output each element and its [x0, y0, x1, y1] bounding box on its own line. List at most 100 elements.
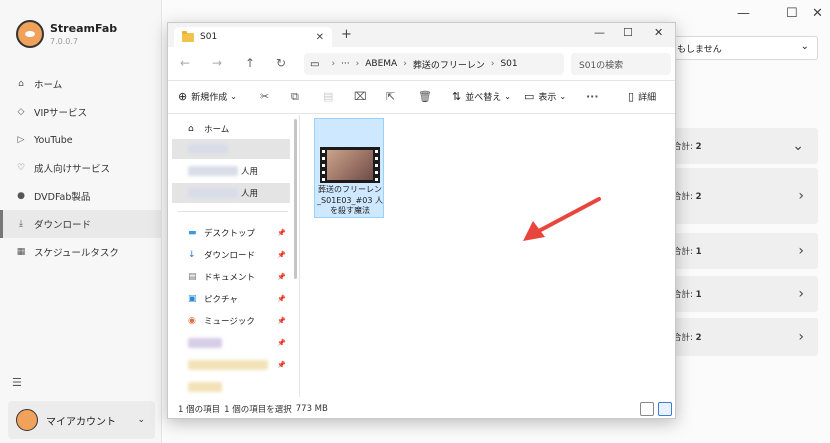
command-bar: ⊕ 新規作成 ⌄ ✂ ⧉ ▤ ⌧ ⇱ 🗑 ⇅ 並べ替え ⌄ ▭ 表示 ⌄ ···…: [168, 82, 675, 114]
nav-item-label: ホーム: [204, 125, 230, 135]
scrollbar[interactable]: [294, 119, 297, 279]
menu-list-icon[interactable]: ☰: [12, 376, 22, 389]
sort-button[interactable]: ⇅ 並べ替え ⌄: [452, 90, 511, 103]
sidebar-item-schedule[interactable]: ▦ スケジュールタスク: [0, 238, 162, 266]
maximize-icon[interactable]: ☐: [623, 26, 633, 39]
nav-item-onedrive[interactable]: 人用: [172, 161, 290, 181]
forward-icon[interactable]: →: [212, 56, 222, 70]
nav-item-folder[interactable]: [172, 377, 290, 397]
document-icon: ▤: [188, 272, 197, 282]
blurred-label: [188, 188, 238, 198]
nav-item-documents[interactable]: ▤ ドキュメント 📌: [172, 267, 290, 287]
tile-view-icon[interactable]: [658, 402, 672, 416]
status-size: 773 MB: [295, 404, 328, 414]
filter-dropdown[interactable]: もしません ⌄: [670, 36, 818, 60]
download-group-row[interactable]: 合計: 1 ›: [667, 233, 818, 269]
nav-item-gallery[interactable]: [172, 139, 290, 159]
nav-item-pinned[interactable]: 📌: [172, 333, 290, 353]
account-button[interactable]: マイアカウント ⌄: [8, 401, 155, 439]
breadcrumb-item[interactable]: 葬送のフリーレン: [413, 58, 485, 71]
nav-item-music[interactable]: ◉ ミュージック 📌: [172, 311, 290, 331]
dvdfab-icon: ●: [17, 191, 25, 201]
file-explorer-window: S01 ✕ + — ☐ ✕ ← → ↑ ↻ ▭ › ··· › ABEMA › …: [167, 22, 676, 419]
cut-icon[interactable]: ✂: [260, 90, 269, 103]
chevron-down-icon: ⌄: [230, 92, 237, 101]
nav-item-pictures[interactable]: ▣ ピクチャ 📌: [172, 289, 290, 309]
chevron-right-icon: ›: [331, 59, 336, 69]
nav-item-pinned[interactable]: 📌: [172, 355, 290, 375]
row-count: 2: [695, 333, 702, 343]
nav-item-label: ダウンロード: [204, 251, 256, 261]
sidebar-item-label: 成人向けサービス: [34, 164, 111, 175]
paste-icon[interactable]: ▤: [323, 90, 333, 103]
copy-icon[interactable]: ⧉: [291, 90, 299, 104]
nav-item-onedrive-personal[interactable]: 人用: [172, 183, 290, 203]
sidebar-item-vip[interactable]: ◇ VIPサービス: [0, 98, 162, 126]
refresh-icon[interactable]: ↻: [276, 56, 286, 70]
search-input[interactable]: S01の検索: [571, 53, 671, 75]
details-button[interactable]: ▯ 詳細: [628, 90, 656, 103]
nav-item-label: ミュージック: [204, 317, 255, 327]
heart-icon: ♡: [16, 163, 26, 173]
status-count: 1 個の項目: [178, 405, 221, 415]
breadcrumb-item[interactable]: ABEMA: [365, 59, 397, 69]
chevron-right-icon: ›: [798, 243, 804, 259]
search-placeholder: S01の検索: [579, 60, 624, 71]
minimize-icon[interactable]: —: [594, 26, 605, 39]
close-icon[interactable]: ✕: [316, 32, 324, 43]
sort-icon: ⇅: [452, 90, 462, 103]
desktop-icon: ▬: [188, 228, 197, 238]
sidebar-item-dvdfab[interactable]: ● DVDFab製品: [0, 182, 162, 210]
calendar-icon: ▦: [16, 247, 26, 257]
nav-item-label: ドキュメント: [204, 273, 256, 283]
nav-item-downloads[interactable]: ↓ ダウンロード 📌: [172, 245, 290, 265]
download-group-row[interactable]: 合計: 2 ›: [667, 318, 818, 356]
nav-item-label: 人用: [241, 167, 259, 177]
annotation-arrow-icon: [523, 197, 601, 241]
sidebar-item-youtube[interactable]: ▷ YouTube: [0, 126, 162, 154]
nav-item-home[interactable]: ⌂ ホーム: [172, 119, 290, 139]
music-icon: ◉: [188, 316, 196, 326]
sidebar-item-download[interactable]: ⤓ ダウンロード: [0, 210, 162, 238]
plus-circle-icon: ⊕: [178, 90, 188, 103]
row-count: 2: [695, 142, 702, 152]
minimize-icon[interactable]: —: [737, 6, 750, 21]
video-file-item[interactable]: 葬送のフリーレン_S01E03_#03 人を殺す魔法: [314, 118, 384, 218]
pin-icon: 📌: [277, 251, 286, 259]
blurred-label: [188, 338, 222, 348]
view-button[interactable]: ▭ 表示 ⌄: [524, 90, 566, 103]
maximize-icon[interactable]: ☐: [786, 6, 798, 21]
new-button[interactable]: ⊕ 新規作成 ⌄: [178, 90, 237, 103]
more-icon[interactable]: ···: [341, 59, 350, 69]
status-bar: 1 個の項目 1 個の項目を選択 773 MB: [168, 398, 675, 420]
list-view-icon[interactable]: [640, 402, 654, 416]
download-group-row[interactable]: 合計: 1 ›: [667, 276, 818, 312]
rename-icon[interactable]: ⌧: [354, 90, 367, 103]
share-icon[interactable]: ⇱: [386, 90, 395, 103]
close-icon[interactable]: ✕: [812, 6, 823, 21]
chevron-down-icon: ⌄: [559, 92, 567, 101]
nav-item-desktop[interactable]: ▬ デスクトップ 📌: [172, 223, 290, 243]
streamfab-logo-icon: [16, 20, 44, 48]
delete-icon[interactable]: 🗑: [418, 90, 432, 103]
sidebar-item-label: YouTube: [34, 134, 73, 146]
tab-title: S01: [200, 32, 218, 42]
breadcrumb-item[interactable]: S01: [500, 59, 517, 69]
folder-icon: [182, 30, 194, 42]
up-icon[interactable]: ↑: [245, 56, 255, 70]
pin-icon: 📌: [277, 273, 286, 281]
tab-s01[interactable]: S01 ✕: [174, 27, 332, 47]
row-count: 1: [695, 290, 702, 300]
more-icon[interactable]: ···: [586, 90, 599, 103]
download-group-row[interactable]: 合計: 2 ⌄: [667, 128, 818, 164]
sidebar-item-home[interactable]: ⌂ ホーム: [0, 70, 162, 98]
close-icon[interactable]: ✕: [654, 26, 663, 39]
download-group-row[interactable]: 合計: 2 ›: [667, 168, 818, 224]
pin-icon: 📌: [277, 361, 286, 369]
breadcrumb[interactable]: ▭ › ··· › ABEMA › 葬送のフリーレン › S01: [304, 53, 564, 75]
file-list: 葬送のフリーレン_S01E03_#03 人を殺す魔法: [301, 115, 675, 397]
back-icon[interactable]: ←: [180, 56, 190, 70]
app-version: 7.0.0.7: [50, 37, 78, 46]
sidebar-item-adult[interactable]: ♡ 成人向けサービス: [0, 154, 162, 182]
new-tab-button[interactable]: +: [341, 27, 352, 42]
